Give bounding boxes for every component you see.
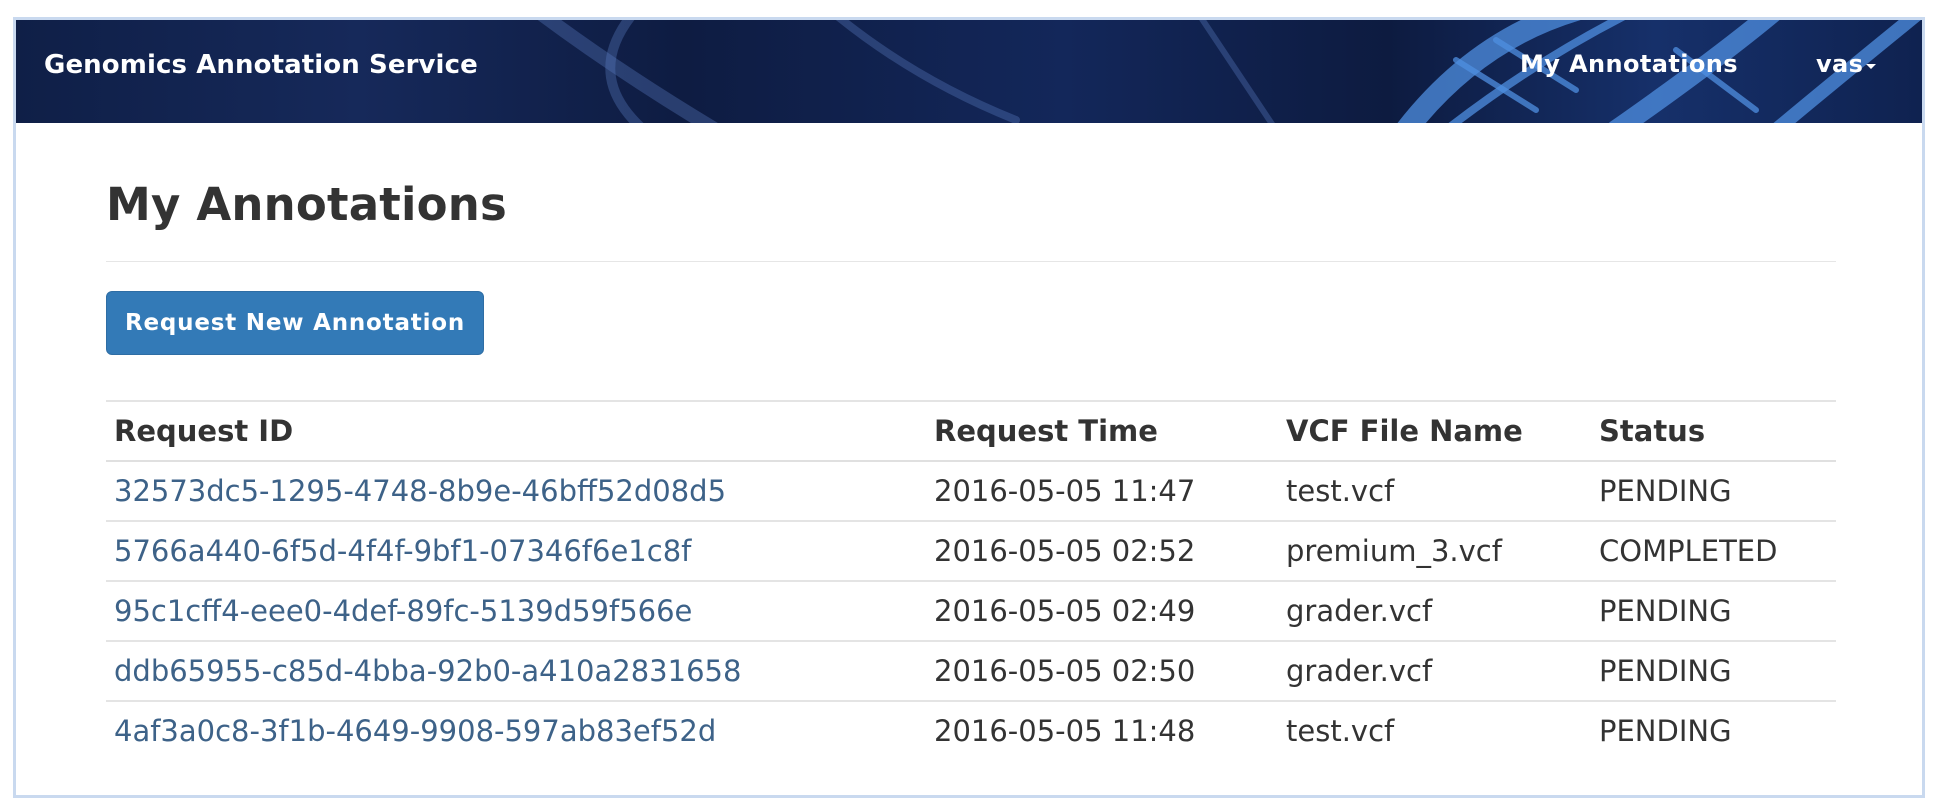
status-cell: PENDING: [1591, 700, 1836, 760]
header-request-time: Request Time: [926, 400, 1278, 462]
nav-my-annotations-link[interactable]: My Annotations: [1520, 50, 1738, 78]
table-row: ddb65955-c85d-4bba-92b0-a410a2831658 201…: [106, 640, 1836, 701]
page-title: My Annotations: [106, 178, 507, 231]
request-time-cell: 2016-05-05 11:48: [926, 700, 1278, 760]
header-vcf-file-name: VCF File Name: [1278, 400, 1591, 462]
header-request-id: Request ID: [106, 400, 926, 462]
status-cell: COMPLETED: [1591, 520, 1836, 581]
user-name: vas: [1816, 50, 1864, 78]
request-id-link[interactable]: ddb65955-c85d-4bba-92b0-a410a2831658: [114, 654, 741, 688]
status-cell: PENDING: [1591, 580, 1836, 641]
caret-down-icon: [1866, 63, 1877, 69]
user-dropdown[interactable]: vas: [1816, 50, 1877, 78]
status-cell: PENDING: [1591, 640, 1836, 701]
request-id-link[interactable]: 95c1cff4-eee0-4def-89fc-5139d59f566e: [114, 594, 692, 628]
request-id-link[interactable]: 4af3a0c8-3f1b-4649-9908-597ab83ef52d: [114, 714, 716, 748]
request-time-cell: 2016-05-05 02:52: [926, 520, 1278, 581]
title-divider: [106, 261, 1836, 262]
table-row: 5766a440-6f5d-4f4f-9bf1-07346f6e1c8f 201…: [106, 520, 1836, 581]
browser-frame: Genomics Annotation Service My Annotatio…: [13, 17, 1925, 798]
vcf-file-cell: premium_3.vcf: [1278, 520, 1591, 581]
request-time-cell: 2016-05-05 02:50: [926, 640, 1278, 701]
vcf-file-cell: grader.vcf: [1278, 640, 1591, 701]
request-id-link[interactable]: 5766a440-6f5d-4f4f-9bf1-07346f6e1c8f: [114, 534, 691, 568]
request-time-cell: 2016-05-05 02:49: [926, 580, 1278, 641]
request-time-cell: 2016-05-05 11:47: [926, 460, 1278, 521]
table-row: 4af3a0c8-3f1b-4649-9908-597ab83ef52d 201…: [106, 700, 1836, 760]
vcf-file-cell: test.vcf: [1278, 700, 1591, 760]
table-row: 32573dc5-1295-4748-8b9e-46bff52d08d5 201…: [106, 460, 1836, 521]
vcf-file-cell: grader.vcf: [1278, 580, 1591, 641]
annotations-table: Request ID Request Time VCF File Name St…: [106, 400, 1836, 760]
header-status: Status: [1591, 400, 1836, 462]
status-cell: PENDING: [1591, 460, 1836, 521]
table-row: 95c1cff4-eee0-4def-89fc-5139d59f566e 201…: [106, 580, 1836, 641]
request-new-annotation-button[interactable]: Request New Annotation: [106, 291, 484, 355]
table-header-row: Request ID Request Time VCF File Name St…: [106, 400, 1836, 462]
vcf-file-cell: test.vcf: [1278, 460, 1591, 521]
request-id-link[interactable]: 32573dc5-1295-4748-8b9e-46bff52d08d5: [114, 474, 726, 508]
navbar: Genomics Annotation Service My Annotatio…: [16, 20, 1922, 123]
brand-link[interactable]: Genomics Annotation Service: [44, 50, 478, 80]
